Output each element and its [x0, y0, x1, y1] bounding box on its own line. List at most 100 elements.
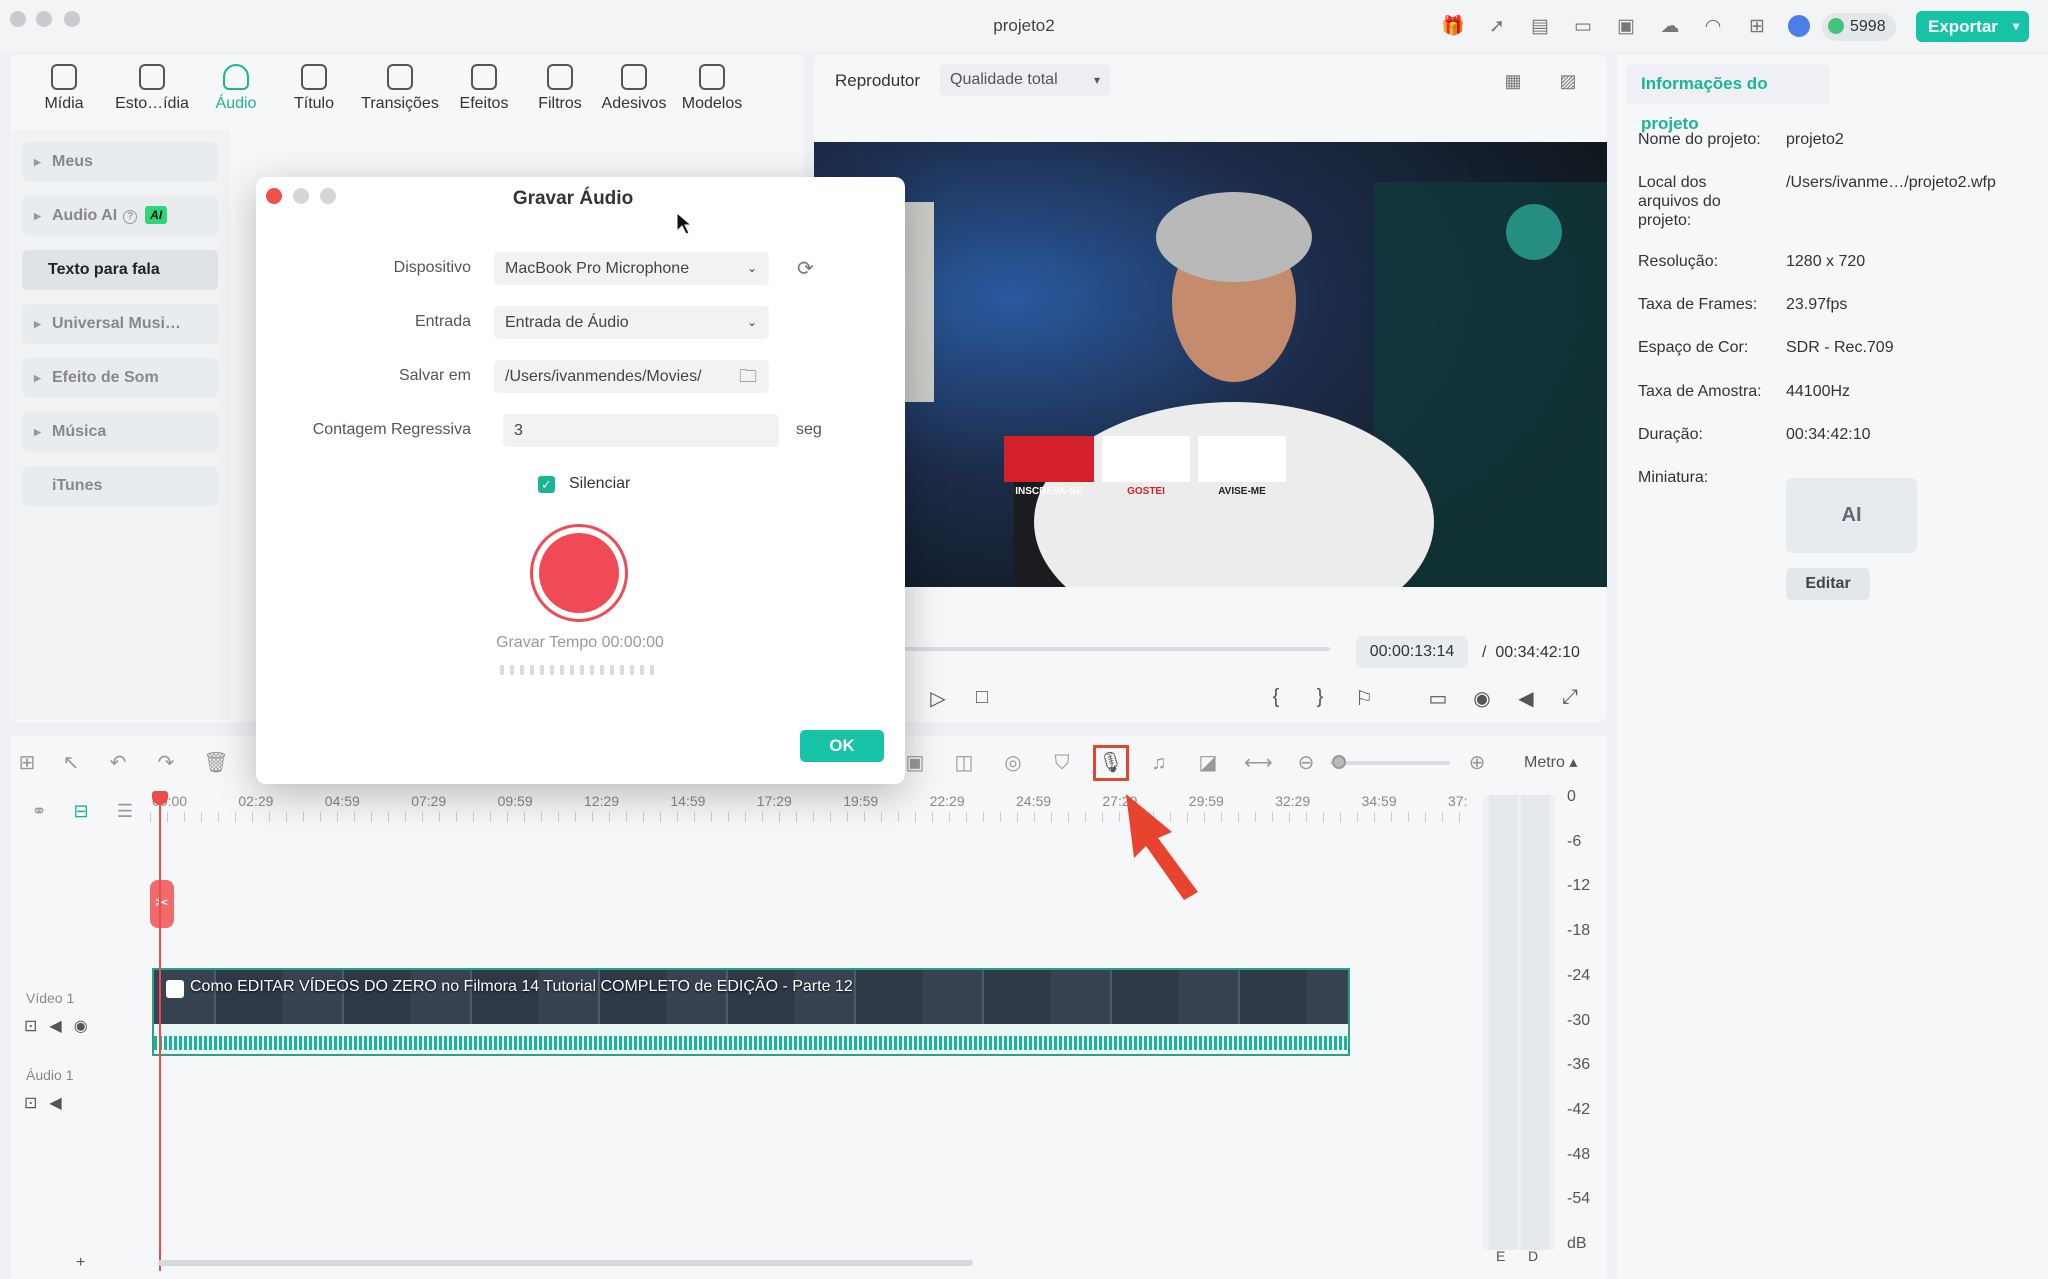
countdown-input[interactable]: 3 [503, 414, 779, 447]
marker-icon[interactable]: ⚐ [1350, 686, 1378, 711]
sidebar-item-audio-ai[interactable]: ▶ Audio AI? AI [22, 196, 218, 236]
effects-icon [471, 64, 497, 90]
timeline-ruler[interactable] [150, 812, 1465, 822]
zoom-slider-handle[interactable] [1332, 755, 1346, 769]
sidebar-item-label: Texto para fala [48, 261, 160, 278]
tab-audio[interactable]: Áudio [206, 64, 266, 113]
timeline-scrollbar[interactable] [158, 1260, 973, 1266]
save-icon[interactable]: ▣ [1613, 14, 1639, 40]
help-icon[interactable]: ? [123, 210, 138, 224]
add-track-button[interactable]: + [76, 1254, 85, 1272]
audio-waveform[interactable] [152, 1024, 1350, 1056]
media-clip-icon[interactable]: ▣ [902, 750, 928, 776]
folder-icon[interactable]: 🗀 [739, 360, 757, 393]
mark-out-icon[interactable]: } [1306, 686, 1334, 709]
delete-icon[interactable]: 🗑 [203, 750, 229, 776]
lock-icon[interactable]: ⊡ [24, 1018, 49, 1035]
scissors-icon[interactable]: ✂ [150, 880, 174, 928]
support-icon[interactable]: ◠ [1700, 14, 1726, 40]
layout-icon[interactable]: ▭ [1570, 14, 1596, 40]
unlink-icon[interactable]: ⚭ [26, 798, 52, 824]
video-clip[interactable]: Como EDITAR VÍDEOS DO ZERO no Filmora 14… [152, 968, 1350, 1024]
fit-icon[interactable]: ⟷ [1244, 750, 1273, 776]
speed-icon[interactable]: ◎ [1000, 750, 1026, 776]
export-button[interactable]: Exportar ▾ [1916, 11, 2029, 42]
title-icon [301, 64, 327, 90]
sidebar-item-texto-para-fala[interactable]: Texto para fala [22, 250, 218, 290]
image-icon[interactable]: ▨ [1555, 68, 1581, 94]
playback-scrubber[interactable] [905, 647, 1330, 651]
track-manager-icon[interactable]: ☰ [112, 798, 138, 824]
edit-thumbnail-button[interactable]: Editar [1786, 568, 1870, 600]
record-icon[interactable] [539, 533, 619, 613]
cloud-upload-icon[interactable]: ☁ [1657, 14, 1683, 40]
display-icon[interactable]: ▭ [1424, 686, 1452, 711]
tab-effects[interactable]: Efeitos [450, 64, 518, 113]
redo-icon[interactable]: ↷ [153, 750, 179, 776]
ai-clip-icon[interactable]: ◫ [951, 750, 977, 776]
audio-track-controls: ⊡◀ [24, 1093, 74, 1113]
sidebar-item-meus[interactable]: ▶ Meus [22, 142, 218, 182]
select-tool-icon[interactable]: ↖ [58, 750, 84, 776]
zoom-in-icon[interactable]: ⊕ [1464, 750, 1490, 776]
credits-badge[interactable]: 5998 [1822, 13, 1896, 41]
tasks-icon[interactable]: ▤ [1527, 14, 1553, 40]
meter-toggle[interactable]: Metro ▴ [1524, 752, 1577, 772]
gift-icon[interactable]: 🎁 [1440, 14, 1466, 40]
speaker-icon[interactable]: ◀ [49, 1018, 73, 1035]
refresh-icon[interactable]: ⟳ [797, 256, 814, 281]
apps-grid-icon[interactable]: ⊞ [1744, 14, 1770, 40]
tab-media[interactable]: Mídia [32, 64, 96, 113]
mark-in-icon[interactable]: { [1262, 686, 1290, 709]
info-key: Resolução: [1638, 253, 1719, 270]
tab-label: Transições [361, 95, 439, 112]
tab-stock-media[interactable]: Esto…ídia [106, 64, 198, 113]
sidebar-item-itunes[interactable]: iTunes [22, 466, 218, 506]
player-label: Reprodutor [835, 71, 921, 90]
ruler-tick-label: 04:59 [324, 793, 360, 809]
shield-icon[interactable]: ⛉ [1049, 750, 1075, 776]
volume-icon[interactable]: ◀ [1512, 686, 1540, 711]
play-icon[interactable]: ▷ [924, 686, 952, 711]
video-preview[interactable]: INSCREVA-SE GOSTEI AVISE-ME [814, 142, 1607, 587]
info-key: Miniatura: [1638, 469, 1709, 486]
microphone-icon[interactable]: 🎙 [1098, 750, 1124, 776]
zoom-slider[interactable] [1330, 761, 1450, 765]
record-level-meter [500, 665, 660, 675]
fullscreen-icon[interactable]: ⤢ [1556, 686, 1584, 709]
audio-list-icon[interactable]: ♫ [1146, 750, 1172, 776]
device-select[interactable]: MacBook Pro Microphone ⌄ [494, 252, 769, 285]
sidebar-item-musica[interactable]: ▶ Música [22, 412, 218, 452]
tab-stickers[interactable]: Adesivos [592, 64, 676, 113]
tab-transitions[interactable]: Transições [350, 64, 450, 113]
input-value: Entrada de Áudio [505, 314, 629, 331]
sidebar-item-universal-music[interactable]: ▶ Universal Musi… [22, 304, 218, 344]
tab-label: Esto…ídia [115, 95, 189, 112]
sidebar-item-efeito-de-som[interactable]: ▶ Efeito de Som [22, 358, 218, 398]
input-select[interactable]: Entrada de Áudio ⌄ [494, 306, 769, 339]
stop-icon[interactable]: □ [968, 686, 996, 709]
layout-grid-icon[interactable]: ⊞ [14, 750, 40, 776]
snapshot-icon[interactable]: ◉ [1468, 686, 1496, 711]
save-location-field[interactable]: /Users/ivanmendes/Movies/ 🗀 [494, 360, 769, 393]
zoom-out-icon[interactable]: ⊖ [1293, 750, 1319, 776]
tab-templates[interactable]: Modelos [670, 64, 754, 113]
mute-checkbox[interactable]: ✓ [538, 476, 555, 493]
ok-button[interactable]: OK [800, 730, 884, 762]
send-icon[interactable]: ➚ [1484, 14, 1510, 40]
chevron-down-icon: ⌄ [746, 261, 757, 275]
speaker-icon[interactable]: ◀ [49, 1095, 73, 1112]
link-icon[interactable]: ⊟ [68, 798, 94, 824]
undo-icon[interactable]: ↶ [105, 750, 131, 776]
tab-title[interactable]: Título [282, 64, 346, 113]
avatar[interactable] [1788, 15, 1810, 37]
grid-view-icon[interactable]: ▦ [1500, 68, 1526, 94]
quality-select[interactable]: Qualidade total ▾ [940, 64, 1110, 96]
lock-icon[interactable]: ⊡ [24, 1095, 49, 1112]
render-icon[interactable]: ◪ [1195, 750, 1221, 776]
eye-icon[interactable]: ◉ [74, 1018, 100, 1035]
tab-project-info[interactable]: Informações do projeto [1627, 64, 1829, 133]
ruler-tick-label: 37: [1448, 793, 1468, 809]
tab-filters[interactable]: Filtros [526, 64, 594, 113]
playhead[interactable] [159, 793, 161, 1271]
